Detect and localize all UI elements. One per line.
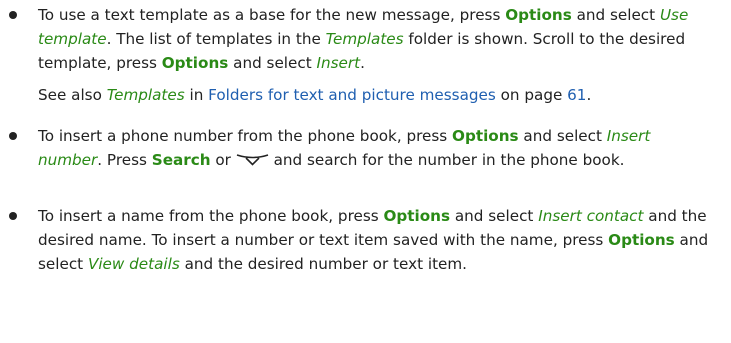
menu-templates: Templates — [325, 30, 404, 48]
scroll-down-key-icon — [236, 150, 269, 174]
text: and select — [571, 6, 660, 24]
text: To insert a phone number from the phone … — [38, 127, 453, 145]
menu-view-details: View details — [87, 255, 180, 273]
link-folders-section[interactable]: Folders for text and picture messages — [208, 86, 496, 104]
text: and select — [228, 54, 317, 72]
link-page-number[interactable]: 61 — [567, 86, 586, 104]
menu-insert: Insert — [316, 54, 361, 72]
key-options: Options — [452, 127, 519, 145]
bullet-dot — [9, 132, 17, 140]
key-options: Options — [161, 54, 229, 72]
text: in — [184, 86, 209, 104]
text: and search for the number in the phone b… — [268, 151, 625, 169]
key-options: Options — [383, 207, 451, 225]
bullet-insert-contact: To insert a name from the phone book, pr… — [9, 204, 718, 276]
menu-templates: Templates — [106, 86, 185, 104]
menu-insert-contact: Insert contact — [538, 207, 644, 225]
text: To use a text template as a base for the… — [38, 6, 506, 24]
text: . The list of templates in the — [106, 30, 326, 48]
key-search: Search — [151, 151, 211, 169]
text: and select — [450, 207, 539, 225]
see-also-paragraph: See also Templates in Folders for text a… — [38, 83, 718, 107]
text: or — [210, 151, 236, 169]
text: To insert a name from the phone book, pr… — [38, 207, 384, 225]
manual-page: To use a text template as a base for the… — [0, 0, 731, 343]
key-options: Options — [608, 231, 675, 249]
text: and the desired number or text item. — [179, 255, 467, 273]
bullet-dot — [9, 11, 17, 19]
text: . — [360, 54, 365, 72]
text: See also — [38, 86, 107, 104]
bullet-dot — [9, 212, 17, 220]
bullet-use-template: To use a text template as a base for the… — [9, 3, 718, 75]
text: . Press — [97, 151, 152, 169]
key-options: Options — [505, 6, 572, 24]
text: on page — [495, 86, 568, 104]
text: . — [586, 86, 592, 104]
bullet-insert-number: To insert a phone number from the phone … — [9, 124, 718, 174]
text: and select — [518, 127, 607, 145]
